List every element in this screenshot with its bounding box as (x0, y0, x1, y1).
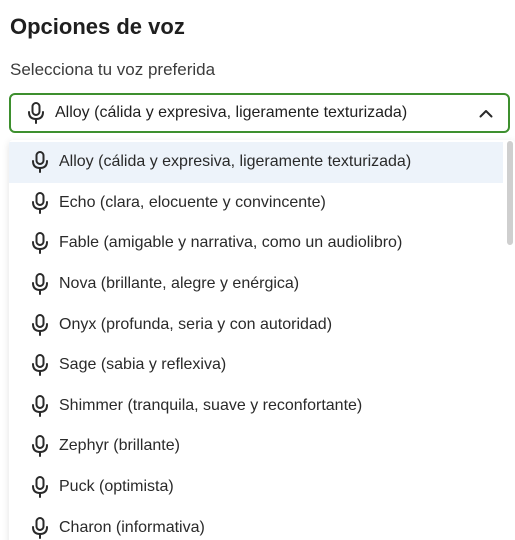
microphone-icon (29, 191, 51, 214)
voice-option-label: Nova (brillante, alegre y enérgica) (59, 275, 300, 293)
microphone-icon (29, 354, 51, 377)
voice-options-page: Opciones de voz Selecciona tu voz prefer… (0, 0, 515, 540)
microphone-icon (25, 102, 47, 124)
microphone-icon (29, 151, 51, 174)
scrollbar-thumb[interactable] (507, 141, 513, 245)
scrollbar[interactable] (505, 140, 515, 540)
voice-option-label: Zephyr (brillante) (59, 437, 180, 455)
selected-voice-value: Alloy (cálida y expresiva, ligeramente t… (55, 104, 408, 121)
microphone-icon (29, 516, 51, 539)
voice-option-label: Shimmer (tranquila, suave y reconfortant… (59, 396, 363, 414)
chevron-up-icon[interactable] (476, 103, 496, 123)
voice-option[interactable]: Nova (brillante, alegre y enérgica) (9, 264, 503, 305)
microphone-icon (29, 435, 51, 458)
voice-option[interactable]: Puck (optimista) (9, 467, 503, 508)
page-title: Opciones de voz (10, 14, 185, 39)
voice-option-label: Onyx (profunda, seria y con autoridad) (59, 315, 333, 333)
microphone-icon (29, 394, 51, 417)
voice-option-label: Echo (clara, elocuente y convincente) (59, 193, 326, 211)
voice-option-label: Sage (sabia y reflexiva) (59, 356, 227, 374)
voice-option[interactable]: Fable (amigable y narrativa, como un aud… (9, 223, 503, 264)
voice-option[interactable]: Onyx (profunda, seria y con autoridad) (9, 304, 503, 345)
voice-select[interactable]: Alloy (cálida y expresiva, ligeramente t… (9, 93, 510, 133)
microphone-icon (29, 476, 51, 499)
voice-option[interactable]: Shimmer (tranquila, suave y reconfortant… (9, 386, 503, 427)
options-list: Alloy (cálida y expresiva, ligeramente t… (9, 142, 503, 540)
voice-option-label: Fable (amigable y narrativa, como un aud… (59, 234, 403, 252)
microphone-icon (29, 313, 51, 336)
select-label: Selecciona tu voz preferida (10, 60, 216, 79)
voice-option-label: Puck (optimista) (59, 478, 174, 496)
voice-option-label: Charon (informativa) (59, 518, 205, 536)
voice-option[interactable]: Alloy (cálida y expresiva, ligeramente t… (9, 142, 503, 183)
microphone-icon (29, 273, 51, 296)
voice-dropdown-list: Alloy (cálida y expresiva, ligeramente t… (9, 140, 515, 540)
voice-option[interactable]: Zephyr (brillante) (9, 426, 503, 467)
voice-option[interactable]: Sage (sabia y reflexiva) (9, 345, 503, 386)
voice-option[interactable]: Echo (clara, elocuente y convincente) (9, 183, 503, 224)
microphone-icon (29, 232, 51, 255)
voice-option[interactable]: Charon (informativa) (9, 507, 503, 540)
voice-option-label: Alloy (cálida y expresiva, ligeramente t… (59, 153, 412, 171)
